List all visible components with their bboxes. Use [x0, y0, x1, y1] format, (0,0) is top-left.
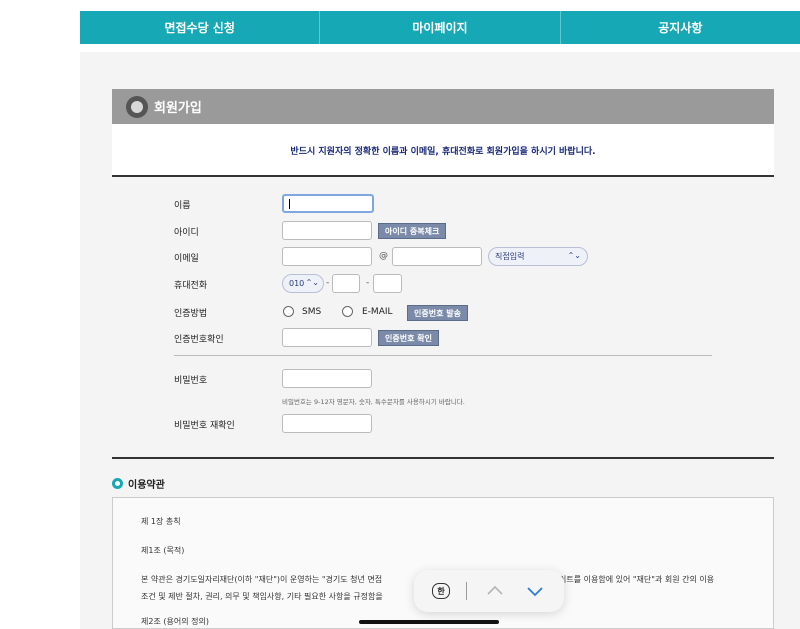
chevron-updown-icon: ⌃⌄ — [305, 278, 319, 287]
phone-dash-2: - — [366, 278, 370, 288]
nav-item-notice[interactable]: 공지사항 — [561, 11, 800, 44]
password-input[interactable] — [282, 369, 372, 388]
row-auth-confirm: 인증번호확인 인증번호 확인 — [112, 328, 774, 348]
auth-method-label: 인증방법 — [174, 309, 208, 319]
text-caret — [289, 199, 290, 209]
id-check-button[interactable]: 아이디 중복체크 — [378, 223, 447, 239]
row-password-confirm: 비밀번호 재확인 — [112, 414, 774, 434]
auth-email-label: E-MAIL — [362, 307, 393, 317]
terms-article-1: 제1조 (목적) — [141, 546, 185, 555]
password-hint: 비밀번호는 9-12자 영문자, 숫자, 특수문자를 사용하시기 바랍니다. — [282, 398, 465, 406]
name-input[interactable] — [282, 194, 374, 213]
korean-input-icon[interactable]: 한 — [432, 583, 450, 599]
phone-prefix-value: 010 — [289, 279, 305, 288]
name-label: 이름 — [174, 201, 191, 211]
signup-notice: 반드시 지원자의 정확한 이름과 이메일, 휴대전화로 회원가입을 하시기 바랍… — [290, 147, 596, 157]
row-name: 이름 — [112, 194, 774, 214]
logo-icon — [126, 95, 148, 118]
terms-chapter: 제 1장 총칙 — [141, 517, 181, 526]
terms-body-line-1b: 이트를 이용함에 있어 "재단"과 회원 간의 이용 — [559, 575, 715, 584]
id-input[interactable] — [282, 221, 372, 240]
password-confirm-label: 비밀번호 재확인 — [174, 421, 235, 431]
terms-title: 이용약관 — [128, 480, 165, 491]
phone-last-input[interactable] — [373, 274, 402, 293]
toolbar-divider — [466, 582, 467, 600]
id-label: 아이디 — [174, 228, 199, 238]
phone-label: 휴대전화 — [174, 281, 208, 291]
form-divider — [174, 355, 712, 356]
circle-bullet-icon — [112, 478, 123, 489]
email-domain-input[interactable] — [392, 247, 482, 266]
auth-email-radio[interactable] — [342, 306, 353, 317]
row-auth-method: 인증방법 SMS E-MAIL 인증번호 발송 — [112, 302, 774, 322]
row-email: 이메일 @ 직접입력 ⌃⌄ — [112, 247, 774, 267]
phone-prefix-select[interactable]: 010 ⌃⌄ — [282, 274, 324, 293]
email-at-sign: @ — [379, 251, 388, 261]
nav-item-interview-allowance[interactable]: 면접수당 신청 — [80, 11, 321, 44]
chevron-down-icon[interactable] — [526, 582, 544, 600]
signup-form: 이름 아이디 아이디 중복체크 이메일 @ 직접입력 ⌃⌄ 휴대전화 010 ⌃… — [112, 175, 774, 459]
auth-sms-radio[interactable] — [283, 306, 294, 317]
home-indicator — [359, 620, 499, 624]
email-label: 이메일 — [174, 254, 199, 264]
row-phone: 휴대전화 010 ⌃⌄ - - — [112, 274, 774, 294]
page-banner: 회원가입 — [112, 89, 774, 124]
row-id: 아이디 아이디 중복체크 — [112, 221, 774, 241]
chevron-up-icon[interactable] — [486, 582, 504, 600]
phone-middle-input[interactable] — [332, 274, 360, 293]
terms-article-2: 제2조 (용어의 정의) — [141, 617, 209, 626]
page-title: 회원가입 — [154, 101, 202, 116]
email-domain-select-value: 직접입력 — [495, 252, 525, 261]
password-confirm-input[interactable] — [282, 414, 372, 433]
row-password: 비밀번호 — [112, 369, 774, 389]
email-local-input[interactable] — [282, 247, 372, 266]
password-label: 비밀번호 — [174, 376, 208, 386]
find-in-page-toolbar: 한 — [414, 570, 564, 612]
content-panel: 회원가입 반드시 지원자의 정확한 이름과 이메일, 휴대전화로 회원가입을 하… — [80, 52, 800, 629]
notice-area: 반드시 지원자의 정확한 이름과 이메일, 휴대전화로 회원가입을 하시기 바랍… — [112, 124, 774, 176]
terms-heading: 이용약관 — [112, 476, 165, 491]
terms-body-line-2: 조건 및 제반 절차, 권리, 의무 및 책임사항, 기타 필요한 사항을 규정… — [141, 592, 383, 601]
auth-code-input[interactable] — [282, 328, 372, 347]
signup-container: 회원가입 반드시 지원자의 정확한 이름과 이메일, 휴대전화로 회원가입을 하… — [112, 52, 774, 629]
top-navigation: 면접수당 신청 마이페이지 공지사항 — [80, 11, 800, 44]
auth-confirm-button[interactable]: 인증번호 확인 — [378, 330, 439, 346]
nav-item-mypage[interactable]: 마이페이지 — [320, 11, 561, 44]
auth-send-button[interactable]: 인증번호 발송 — [407, 305, 468, 321]
email-domain-select[interactable]: 직접입력 ⌃⌄ — [488, 247, 588, 266]
auth-confirm-label: 인증번호확인 — [174, 335, 224, 345]
terms-body-line-1a: 본 약관은 경기도일자리재단(이하 "재단")이 운영하는 "경기도 청년 면접 — [141, 575, 383, 584]
phone-dash-1: - — [326, 278, 330, 288]
auth-sms-label: SMS — [302, 307, 322, 317]
chevron-updown-icon: ⌃⌄ — [567, 251, 581, 260]
